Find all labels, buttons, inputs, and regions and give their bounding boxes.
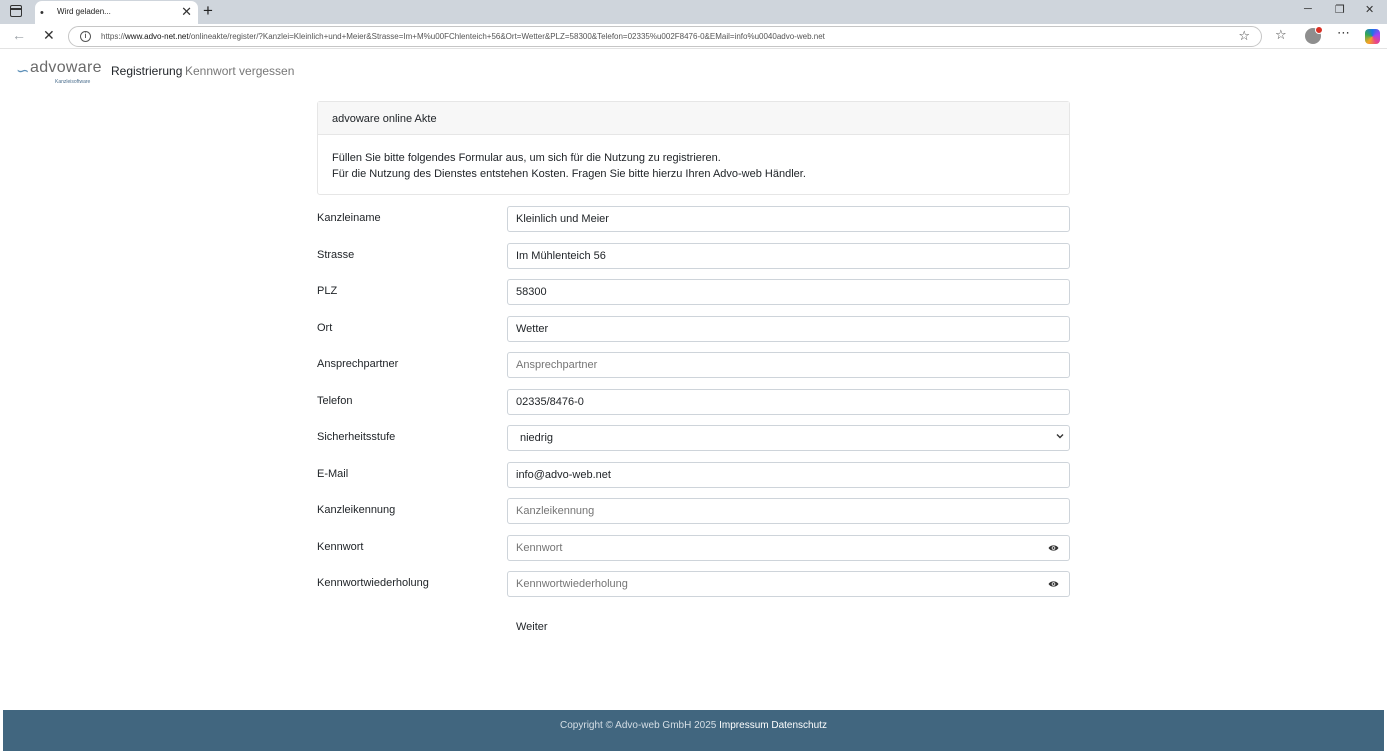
- close-window-icon[interactable]: ✕: [1365, 3, 1374, 16]
- menu-icon[interactable]: ⋯: [1337, 25, 1350, 41]
- tab-title: Wird geladen...: [57, 7, 111, 16]
- strasse-label: Strasse: [317, 249, 355, 261]
- telefon-label: Telefon: [317, 395, 353, 407]
- kanzleikennung-label: Kanzleikennung: [317, 504, 396, 516]
- info-icon[interactable]: i: [80, 31, 91, 42]
- tab-close-icon[interactable]: ✕: [181, 4, 192, 20]
- new-tab-icon[interactable]: +: [203, 1, 213, 21]
- info-card: advoware online Akte Füllen Sie bitte fo…: [317, 101, 1070, 195]
- form-row-sicherheitsstufe: Sicherheitsstufe niedrig: [317, 425, 1070, 451]
- address-bar[interactable]: i https://www.advo-net.net/onlineakte/re…: [68, 26, 1262, 47]
- kennwort-label: Kennwort: [317, 541, 364, 553]
- tab-favicon: •: [40, 7, 44, 19]
- profile-icon[interactable]: [1305, 26, 1323, 44]
- ansprechpartner-input[interactable]: [507, 352, 1070, 378]
- ansprechpartner-label: Ansprechpartner: [317, 358, 399, 370]
- eye-icon: [1048, 545, 1059, 551]
- card-body: Füllen Sie bitte folgendes Formular aus,…: [318, 135, 1069, 197]
- form-row-kanzleikennung: Kanzleikennung: [317, 498, 1070, 524]
- form-row-kanzleiname: Kanzleiname: [317, 206, 1070, 232]
- form-row-email: E-Mail: [317, 462, 1070, 488]
- kanzleiname-input[interactable]: [507, 206, 1070, 232]
- impressum-link[interactable]: Impressum: [719, 720, 768, 731]
- minimize-icon[interactable]: ─: [1304, 3, 1312, 15]
- url-text[interactable]: https://www.advo-net.net/onlineakte/regi…: [101, 32, 825, 41]
- kanzleiname-label: Kanzleiname: [317, 212, 381, 224]
- star-icon[interactable]: ☆: [1238, 28, 1250, 44]
- sicherheitsstufe-select[interactable]: niedrig: [507, 425, 1070, 451]
- nav-link-kennwort-vergessen[interactable]: Kennwort vergessen: [185, 64, 294, 78]
- restore-icon[interactable]: ❐: [1335, 3, 1345, 16]
- url-path: /onlineakte/register/?Kanzlei=Kleinlich+…: [188, 32, 825, 41]
- kanzleikennung-input[interactable]: [507, 498, 1070, 524]
- strasse-input[interactable]: [507, 243, 1070, 269]
- footer: Copyright © Advo-web GmbH 2025 Impressum…: [3, 710, 1384, 751]
- browser-tab[interactable]: • Wird geladen... ✕: [35, 1, 198, 24]
- form-row-ansprechpartner: Ansprechpartner: [317, 352, 1070, 378]
- form-row-strasse: Strasse: [317, 243, 1070, 269]
- kennwortwiederholung-input[interactable]: [507, 571, 1039, 597]
- kennwortwiederholung-label: Kennwortwiederholung: [317, 577, 429, 589]
- weiter-button[interactable]: Weiter: [507, 614, 555, 640]
- plz-input[interactable]: [507, 279, 1070, 305]
- browser-toolbar: ← ✕ i https://www.advo-net.net/onlineakt…: [0, 24, 1387, 49]
- card-text-line-1: Füllen Sie bitte folgendes Formular aus,…: [332, 152, 721, 164]
- brand-subtitle: Kanzleisoftware: [55, 79, 91, 85]
- brand-name: advoware: [30, 59, 102, 76]
- email-label: E-Mail: [317, 468, 349, 480]
- favorites-icon[interactable]: ☆: [1275, 27, 1287, 43]
- back-icon[interactable]: ←: [12, 27, 26, 43]
- eye-icon: [1048, 581, 1059, 587]
- telefon-input[interactable]: [507, 389, 1070, 415]
- browser-tabstrip: • Wird geladen... ✕ + ─ ❐ ✕: [0, 0, 1387, 24]
- footer-copyright: Copyright © Advo-web GmbH 2025: [560, 720, 717, 731]
- ort-label: Ort: [317, 322, 333, 334]
- card-header: advoware online Akte: [318, 102, 1069, 135]
- form-row-plz: PLZ: [317, 279, 1070, 305]
- sicherheitsstufe-label: Sicherheitsstufe: [317, 431, 396, 443]
- brand-swirl-icon: ∽: [16, 63, 30, 80]
- form-row-telefon: Telefon: [317, 389, 1070, 415]
- nav-link-registrierung[interactable]: Registrierung: [111, 64, 182, 78]
- email-input[interactable]: [507, 462, 1070, 488]
- datenschutz-link[interactable]: Datenschutz: [771, 720, 827, 731]
- form-row-kennwortwiederholung: Kennwortwiederholung: [317, 571, 1070, 597]
- form-row-kennwort: Kennwort: [317, 535, 1070, 561]
- page-content: ∽ advoware Kanzleisoftware Registrierung…: [3, 50, 1384, 751]
- kennwort-input[interactable]: [507, 535, 1039, 561]
- card-text-line-2: Für die Nutzung des Dienstes entstehen K…: [332, 168, 806, 180]
- show-kennwort-button[interactable]: [1038, 535, 1070, 561]
- show-kennwortwiederholung-button[interactable]: [1038, 571, 1070, 597]
- url-host: www.advo-net.net: [125, 32, 189, 41]
- url-prefix: https://: [101, 32, 126, 41]
- ort-input[interactable]: [507, 316, 1070, 342]
- window-menu-icon[interactable]: [10, 5, 22, 17]
- form-row-ort: Ort: [317, 316, 1070, 342]
- plz-label: PLZ: [317, 285, 338, 297]
- brand-logo[interactable]: ∽ advoware Kanzleisoftware: [16, 58, 101, 86]
- copilot-icon[interactable]: [1365, 29, 1380, 44]
- stop-icon[interactable]: ✕: [43, 27, 55, 44]
